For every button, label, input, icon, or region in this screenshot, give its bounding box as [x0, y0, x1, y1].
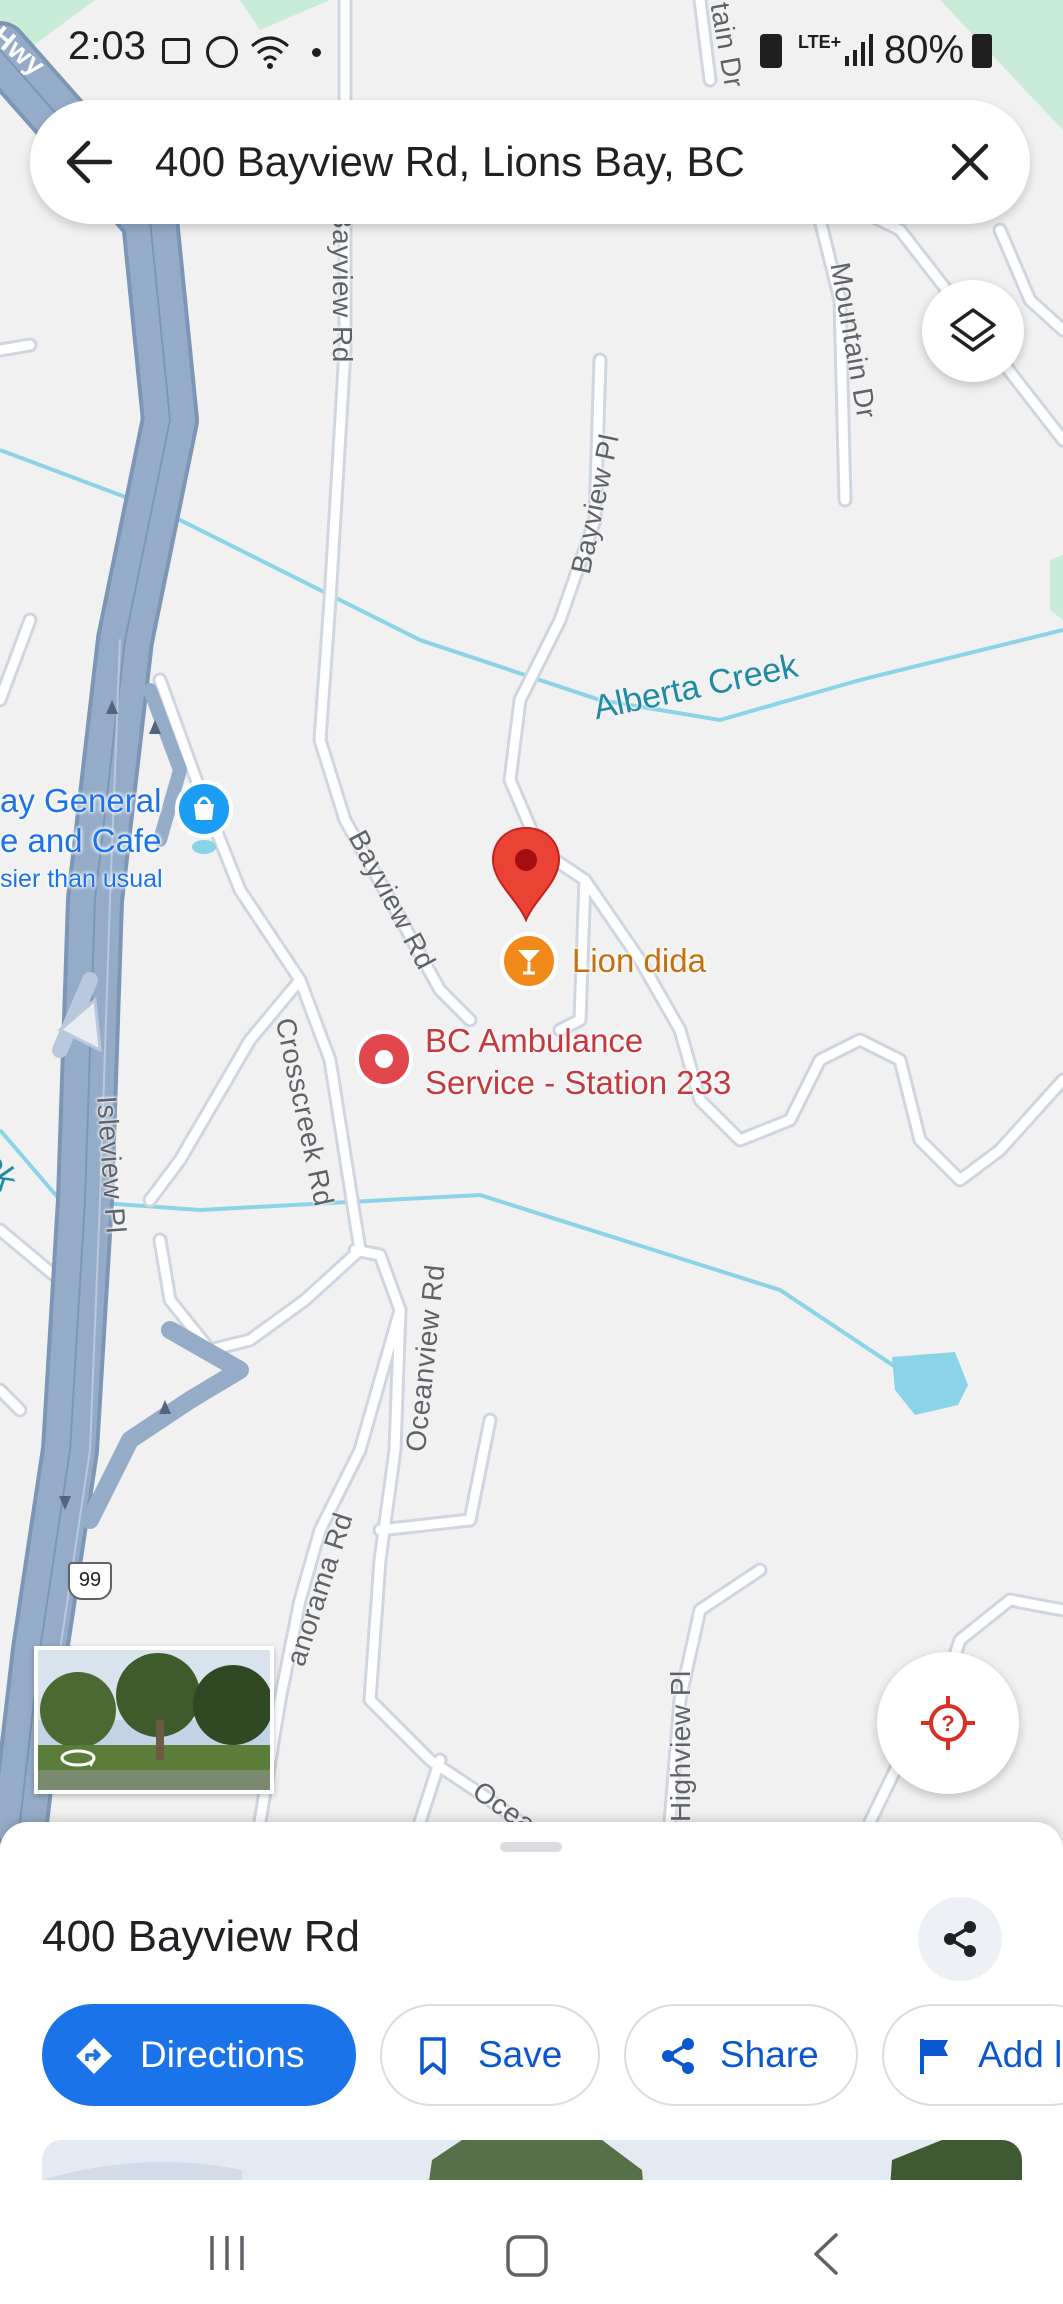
sheet-drag-handle[interactable] — [500, 1842, 562, 1852]
share-round-button[interactable] — [918, 1897, 1002, 1981]
my-location-button[interactable]: ? — [877, 1652, 1019, 1794]
ambulance-pin-icon — [355, 1030, 413, 1088]
poi-bc-ambulance-name-2: Service - Station 233 — [425, 1064, 732, 1101]
add-label-text: Add l — [978, 2034, 1063, 2075]
save-label: Save — [478, 2034, 563, 2075]
share-icon — [940, 1919, 980, 1964]
place-title: 400 Bayview Rd — [42, 1912, 360, 1961]
highway-99-shield: 99 — [68, 1562, 112, 1600]
home-icon[interactable] — [505, 2234, 549, 2283]
poi-bc-ambulance-name-1: BC Ambulance — [425, 1022, 644, 1059]
search-query-text[interactable]: 400 Bayview Rd, Lions Bay, BC — [155, 138, 745, 186]
svg-text:?: ? — [941, 1711, 954, 1736]
recent-apps-icon[interactable] — [206, 2232, 248, 2279]
poi-general-store-name-1: ay General — [0, 782, 162, 819]
status-time: 2:03 — [68, 24, 146, 68]
selected-location-pin[interactable] — [490, 826, 562, 923]
save-button[interactable]: Save — [380, 2004, 600, 2106]
directions-button[interactable]: Directions — [42, 2004, 356, 2106]
bookmark-icon — [418, 2036, 448, 2081]
add-label-button[interactable]: Add l — [882, 2004, 1063, 2106]
directions-label: Directions — [140, 2034, 305, 2075]
gallery-icon — [162, 38, 190, 64]
street-view-thumbnail[interactable] — [34, 1646, 274, 1794]
poi-lion-dida[interactable]: Lion dida — [500, 932, 740, 992]
share-chip-icon — [658, 2036, 698, 2081]
poi-lion-dida-name: Lion dida — [572, 942, 706, 979]
whatsapp-icon — [206, 36, 238, 68]
layers-icon — [949, 307, 997, 362]
directions-icon — [74, 2036, 114, 2081]
signal-icon — [845, 32, 875, 71]
battery-saver-icon — [760, 34, 782, 68]
share-label: Share — [720, 2034, 819, 2075]
battery-level: 80% — [884, 28, 965, 72]
poi-general-store[interactable]: ay General e and Cafe sier than usual — [0, 780, 240, 900]
cocktail-icon — [500, 932, 558, 990]
poi-general-store-busy: sier than usual — [0, 865, 163, 893]
status-bar: 2:03 LTE+ 80% — [0, 0, 1063, 100]
back-nav-icon[interactable] — [810, 2232, 842, 2281]
shopping-bag-icon — [175, 780, 233, 838]
clear-search-icon[interactable] — [948, 140, 992, 189]
battery-icon — [972, 34, 992, 68]
layers-button[interactable] — [922, 280, 1024, 382]
location-target-icon: ? — [919, 1694, 977, 1757]
share-button[interactable]: Share — [624, 2004, 858, 2106]
road-label-highview-pl: Highview Pl — [665, 1670, 696, 1822]
system-nav-bar — [0, 2180, 1063, 2304]
rotate-360-icon — [58, 1746, 98, 1775]
wifi-icon — [250, 34, 290, 75]
search-bar[interactable]: 400 Bayview Rd, Lions Bay, BC — [30, 100, 1030, 224]
poi-bc-ambulance[interactable]: BC Ambulance Service - Station 233 — [355, 1020, 775, 1120]
network-type: LTE+ — [798, 32, 842, 52]
road-label-bayview-rd-north: Bayview Rd — [327, 210, 358, 363]
back-arrow-icon[interactable] — [64, 138, 114, 191]
dot-indicator-icon — [312, 48, 321, 57]
flag-icon — [918, 2036, 954, 2081]
poi-general-store-name-2: e and Cafe — [0, 822, 162, 859]
